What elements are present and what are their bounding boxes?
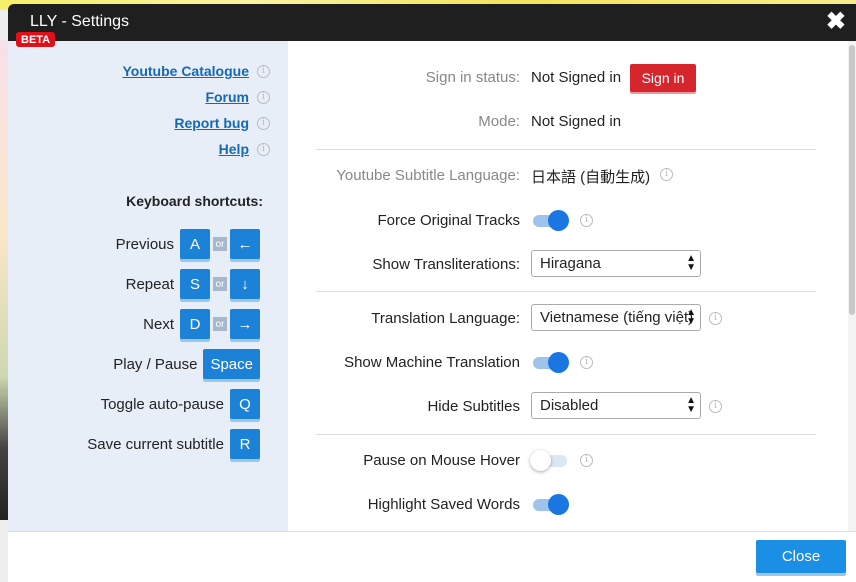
report-bug-link[interactable]: Report bug [174, 115, 249, 131]
transliterations-selected-value: Hiragana [540, 255, 601, 272]
key-arrow-right[interactable]: → [230, 309, 260, 339]
info-icon[interactable]: i [257, 116, 270, 130]
pause-on-hover-label: Pause on Mouse Hover [363, 452, 520, 469]
shortcut-label: Repeat [125, 275, 174, 293]
info-icon[interactable]: i [580, 356, 593, 369]
modal-footer: Close [8, 531, 856, 582]
mode-label: Mode: [478, 113, 520, 130]
shortcut-save-subtitle: Save current subtitle R [87, 429, 260, 459]
shortcut-label: Next [143, 315, 174, 333]
toggle-knob [548, 494, 569, 515]
divider [316, 291, 816, 292]
scrollbar[interactable] [848, 41, 856, 531]
modal-title: LLY - Settings [30, 13, 130, 30]
transliterations-select[interactable]: Hiragana ▲ ▼ [531, 250, 701, 277]
show-machine-translation-label: Show Machine Translation [344, 354, 520, 371]
key-s[interactable]: S [180, 269, 210, 299]
beta-badge: BETA [16, 32, 56, 47]
help-row: Help i [219, 141, 270, 157]
translation-language-select[interactable]: Vietnamese (tiếng việt) ▲ ▼ [531, 304, 701, 331]
shortcut-label: Toggle auto-pause [100, 395, 224, 413]
hide-subtitles-select[interactable]: Disabled ▲ ▼ [531, 392, 701, 419]
divider [316, 434, 816, 435]
help-link[interactable]: Help [219, 141, 249, 157]
highlight-saved-words-toggle[interactable] [533, 494, 569, 515]
or-separator: or [213, 317, 227, 331]
forum-row: Forum i [205, 89, 270, 105]
pause-on-hover-toggle[interactable] [530, 450, 569, 471]
close-icon[interactable]: ✖ [826, 8, 846, 36]
shortcut-next: Next D or → [143, 309, 260, 339]
info-icon[interactable]: i [709, 312, 722, 325]
forum-link[interactable]: Forum [205, 89, 249, 105]
select-arrows-icon: ▲ ▼ [686, 253, 696, 273]
select-arrows-icon: ▲ ▼ [686, 395, 696, 415]
mode-value: Not Signed in [531, 113, 622, 130]
or-separator: or [213, 237, 227, 251]
key-space[interactable]: Space [203, 349, 260, 379]
youtube-catalogue-row: Youtube Catalogue i [122, 63, 270, 79]
info-icon[interactable]: i [709, 400, 722, 413]
toggle-knob [548, 352, 569, 373]
key-d[interactable]: D [180, 309, 210, 339]
shortcut-play-pause: Play / Pause Space [113, 349, 260, 379]
info-icon[interactable]: i [257, 90, 270, 104]
sidebar: Youtube Catalogue i Forum i Report bug i… [8, 41, 288, 531]
youtube-catalogue-link[interactable]: Youtube Catalogue [122, 63, 249, 79]
force-original-tracks-toggle[interactable] [533, 210, 569, 231]
force-original-tracks-label: Force Original Tracks [377, 212, 520, 229]
subtitle-language-label: Youtube Subtitle Language: [336, 167, 520, 184]
shortcut-label: Previous [115, 235, 174, 253]
keyboard-shortcuts-title: Keyboard shortcuts: [126, 193, 263, 209]
modal-title-bar: LLY - Settings ✖ [8, 4, 856, 41]
close-button[interactable]: Close [756, 540, 846, 573]
key-q[interactable]: Q [230, 389, 260, 419]
background-edge [0, 40, 8, 520]
settings-panel: Sign in status: Not Signed in Sign in Mo… [288, 41, 848, 531]
info-icon[interactable]: i [580, 454, 593, 467]
or-separator: or [213, 277, 227, 291]
sign-in-status-label: Sign in status: [425, 69, 520, 86]
info-icon[interactable]: i [580, 214, 593, 227]
hide-subtitles-label: Hide Subtitles [427, 398, 520, 415]
show-machine-translation-toggle[interactable] [533, 352, 569, 373]
shortcut-label: Save current subtitle [87, 435, 224, 453]
info-icon[interactable]: i [257, 142, 270, 156]
translation-language-selected-value: Vietnamese (tiếng việt) [540, 309, 694, 326]
shortcut-label: Play / Pause [113, 355, 198, 373]
report-bug-row: Report bug i [174, 115, 270, 131]
translation-language-label: Translation Language: [371, 310, 520, 327]
sign-in-button[interactable]: Sign in [630, 64, 696, 92]
info-icon[interactable]: i [257, 64, 270, 78]
toggle-knob [548, 210, 569, 231]
key-a[interactable]: A [180, 229, 210, 259]
show-transliterations-label: Show Transliterations: [372, 256, 520, 273]
highlight-saved-words-label: Highlight Saved Words [367, 496, 520, 513]
key-arrow-down[interactable]: ↓ [230, 269, 260, 299]
settings-modal: Youtube Catalogue i Forum i Report bug i… [8, 41, 856, 531]
sign-in-status-value: Not Signed in [531, 69, 622, 86]
info-icon[interactable]: i [660, 168, 673, 181]
scrollbar-thumb[interactable] [849, 45, 855, 315]
subtitle-language-value: 日本語 (自動生成) [531, 169, 651, 186]
shortcut-repeat: Repeat S or ↓ [126, 269, 260, 299]
shortcut-toggle-auto-pause: Toggle auto-pause Q [101, 389, 260, 419]
select-arrows-icon: ▲ ▼ [686, 307, 696, 327]
key-arrow-left[interactable]: ← [230, 229, 260, 259]
toggle-knob [530, 450, 551, 471]
hide-subtitles-selected-value: Disabled [540, 397, 599, 414]
shortcut-previous: Previous A or ← [116, 229, 260, 259]
divider [316, 149, 816, 150]
key-r[interactable]: R [230, 429, 260, 459]
